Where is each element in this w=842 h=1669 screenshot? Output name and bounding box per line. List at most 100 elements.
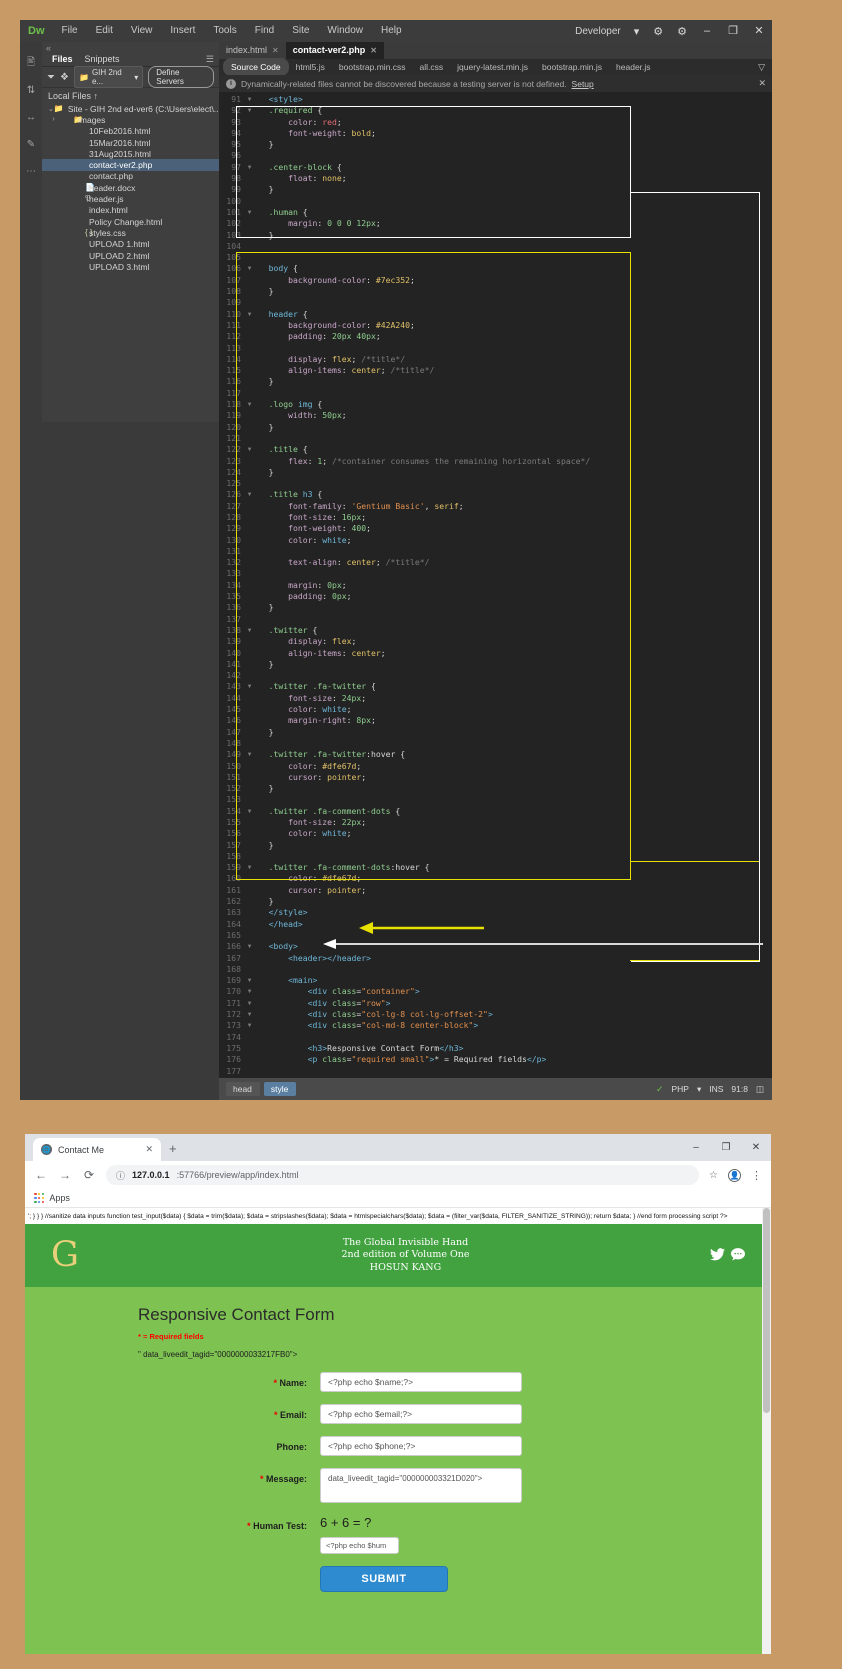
code-line[interactable]: 106 ▼ body { (219, 263, 772, 274)
code-line[interactable]: 111 background-color: #42A240; (219, 320, 772, 331)
related-file-tab[interactable]: header.js (609, 59, 658, 75)
fold-icon[interactable] (245, 501, 254, 512)
file-tree-item[interactable]: ⌄ 📁 Site - GIH 2nd ed-ver6 (C:\Users\elect… (42, 103, 221, 114)
fold-icon[interactable] (245, 896, 254, 907)
code-line[interactable]: 148 (219, 738, 772, 749)
code-line[interactable]: 135 padding: 0px; (219, 591, 772, 602)
code-line[interactable]: 145 color: white; (219, 704, 772, 715)
fold-icon[interactable] (245, 1066, 254, 1077)
address-bar[interactable]: ⓘ 127.0.0.1:57766/preview/app/index.html (106, 1165, 700, 1185)
fold-icon[interactable] (245, 343, 254, 354)
code-line[interactable]: 93 color: red; (219, 117, 772, 128)
minimize-button[interactable]: – (681, 1134, 711, 1161)
code-line[interactable]: 158 (219, 851, 772, 862)
fold-icon[interactable]: ▼ (245, 399, 254, 410)
minimize-button[interactable]: – (694, 20, 720, 42)
fold-icon[interactable] (245, 467, 254, 478)
fold-icon[interactable] (245, 873, 254, 884)
fold-icon[interactable] (245, 331, 254, 342)
code-line[interactable]: 121 (219, 433, 772, 444)
fold-icon[interactable] (245, 817, 254, 828)
code-line[interactable]: 107 background-color: #7ec352; (219, 275, 772, 286)
new-tab-button[interactable]: + (169, 1141, 177, 1156)
code-line[interactable]: 105 (219, 252, 772, 263)
code-line[interactable]: 117 (219, 388, 772, 399)
code-line[interactable]: 133 (219, 568, 772, 579)
panel-menu-icon[interactable]: ☰ (206, 54, 219, 65)
code-line[interactable]: 98 float: none; (219, 173, 772, 184)
fold-icon[interactable] (245, 297, 254, 308)
code-line[interactable]: 92 ▼ .required { (219, 105, 772, 116)
code-line[interactable]: 125 (219, 478, 772, 489)
fold-icon[interactable] (245, 840, 254, 851)
page-scrollbar[interactable] (762, 1208, 771, 1654)
edit-icon[interactable]: ✎ (23, 137, 39, 151)
code-line[interactable]: 120 } (219, 422, 772, 433)
setup-link[interactable]: Setup (572, 79, 594, 89)
code-line[interactable]: 136 } (219, 602, 772, 613)
fold-icon[interactable] (245, 128, 254, 139)
code-line[interactable]: 122 ▼ .title { (219, 444, 772, 455)
fold-icon[interactable] (245, 591, 254, 602)
fold-icon[interactable] (245, 761, 254, 772)
fold-icon[interactable] (245, 354, 254, 365)
fold-icon[interactable] (245, 241, 254, 252)
code-line[interactable]: 161 cursor: pointer; (219, 885, 772, 896)
doc-tab-index[interactable]: index.html ✕ (219, 42, 286, 59)
code-line[interactable]: 167 <header></header> (219, 953, 772, 964)
code-lines[interactable]: 91 ▼ <style> 92 ▼ .required {93 color: red;… (219, 92, 772, 1078)
fold-icon[interactable] (245, 150, 254, 161)
code-line[interactable]: 164 </head> (219, 919, 772, 930)
fold-icon[interactable] (245, 376, 254, 387)
site-selector[interactable]: 📁 GIH 2nd e... ▾ (73, 66, 144, 88)
sort-arrow-icon[interactable]: ↑ (94, 91, 99, 101)
code-line[interactable]: 149 ▼ .twitter .fa-twitter:hover { (219, 749, 772, 760)
scrollbar-thumb[interactable] (763, 1208, 770, 1413)
code-line[interactable]: 94 font-weight: bold; (219, 128, 772, 139)
forward-button[interactable]: → (58, 1168, 72, 1182)
back-button[interactable]: ← (34, 1168, 48, 1182)
code-line[interactable]: 113 (219, 343, 772, 354)
code-line[interactable]: 153 (219, 794, 772, 805)
code-line[interactable]: 104 (219, 241, 772, 252)
email-input[interactable]: <?php echo $email;?> (320, 1404, 522, 1424)
fold-icon[interactable] (245, 512, 254, 523)
fold-icon[interactable]: ▼ (245, 975, 254, 986)
fold-icon[interactable] (245, 286, 254, 297)
fold-icon[interactable]: ▼ (245, 681, 254, 692)
fold-icon[interactable] (245, 568, 254, 579)
fold-icon[interactable] (245, 252, 254, 263)
fold-icon[interactable] (245, 218, 254, 229)
code-line[interactable]: 115 align-items: center; /*title*/ (219, 365, 772, 376)
code-line[interactable]: 127 font-family: 'Gentium Basic', serif; (219, 501, 772, 512)
related-file-tab[interactable]: jquery-latest.min.js (450, 59, 535, 75)
fold-icon[interactable] (245, 636, 254, 647)
related-file-tab[interactable]: bootstrap.min.js (535, 59, 609, 75)
code-line[interactable]: 163 </style> (219, 907, 772, 918)
fold-icon[interactable] (245, 783, 254, 794)
fold-icon[interactable] (245, 964, 254, 975)
file-tree[interactable]: ⌄ 📁 Site - GIH 2nd ed-ver6 (C:\Users\elect… (42, 103, 221, 272)
chevron-down-icon[interactable]: ▾ (627, 25, 647, 38)
sort-icon[interactable]: ⇅ (23, 83, 39, 97)
code-line[interactable]: 100 (219, 196, 772, 207)
code-line[interactable]: 147 } (219, 727, 772, 738)
fold-icon[interactable] (245, 953, 254, 964)
code-line[interactable]: 140 align-items: center; (219, 648, 772, 659)
language-label[interactable]: PHP (671, 1084, 688, 1094)
fold-icon[interactable] (245, 794, 254, 805)
fold-icon[interactable]: ▼ (245, 1020, 254, 1031)
fold-icon[interactable] (245, 422, 254, 433)
fold-icon[interactable] (245, 546, 254, 557)
maximize-button[interactable]: ❐ (711, 1134, 741, 1161)
fold-icon[interactable] (245, 388, 254, 399)
close-icon[interactable]: ✕ (145, 1144, 153, 1155)
code-line[interactable]: 109 (219, 297, 772, 308)
apps-grid-icon[interactable] (34, 1192, 45, 1204)
twisty-icon[interactable]: › (48, 116, 59, 123)
phone-input[interactable]: <?php echo $phone;?> (320, 1436, 522, 1456)
fold-icon[interactable] (245, 456, 254, 467)
fold-icon[interactable] (245, 715, 254, 726)
fold-icon[interactable] (245, 139, 254, 150)
code-line[interactable]: 169 ▼ <main> (219, 975, 772, 986)
